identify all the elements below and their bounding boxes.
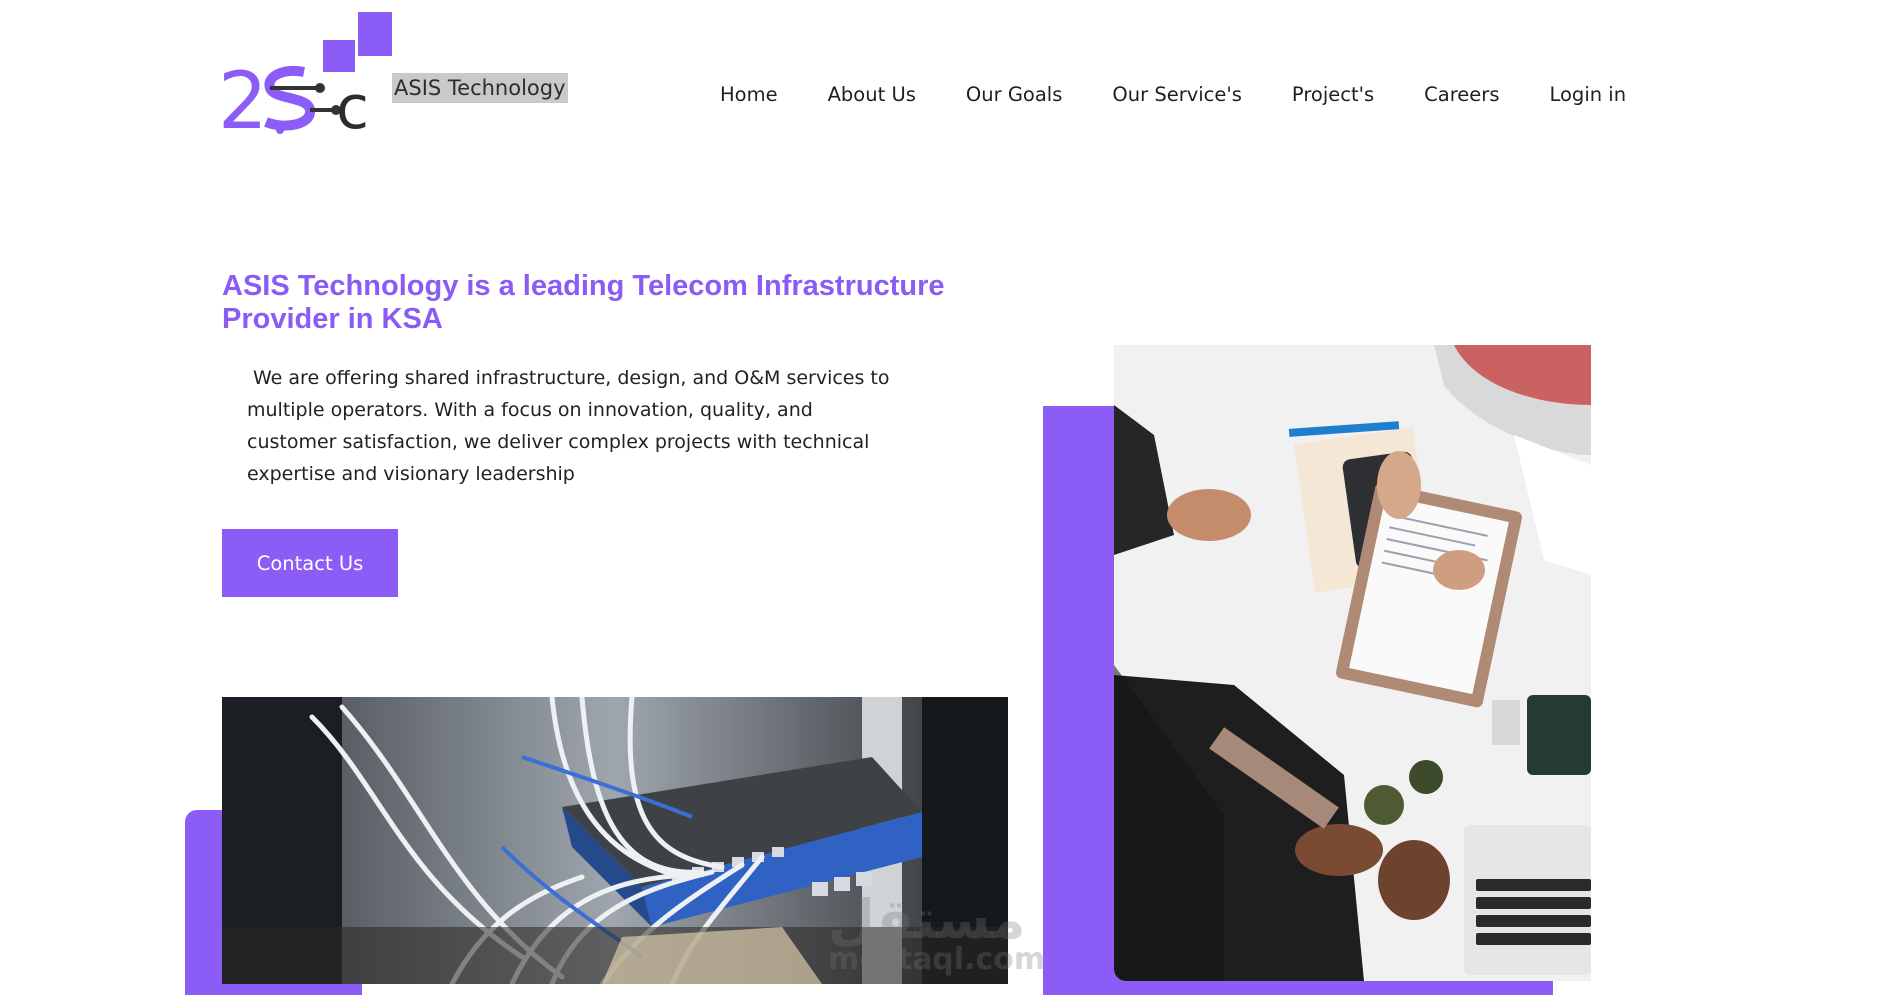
page: 2 c ASIS Technology Home About Us Our Go… (0, 0, 1883, 995)
network-equipment-photo (222, 697, 1008, 984)
nav-our-goals[interactable]: Our Goals (966, 80, 1063, 110)
company-logo[interactable]: 2 c (218, 12, 402, 147)
svg-text:c: c (336, 73, 369, 138)
nav-about-us[interactable]: About Us (828, 80, 916, 110)
hero-description: We are offering shared infrastructure, d… (247, 367, 890, 485)
nav-login[interactable]: Login in (1549, 80, 1626, 110)
nav-home[interactable]: Home (720, 80, 778, 110)
brand-name: ASIS Technology (392, 73, 568, 103)
main-nav: Home About Us Our Goals Our Service's Pr… (720, 80, 1626, 110)
contact-us-button[interactable]: Contact Us (222, 529, 398, 597)
nav-projects[interactable]: Project's (1292, 80, 1374, 110)
hero-title: ASIS Technology is a leading Telecom Inf… (222, 270, 945, 335)
meeting-photo (1114, 345, 1591, 981)
svg-text:2: 2 (222, 57, 268, 138)
nav-our-services[interactable]: Our Service's (1112, 80, 1242, 110)
nav-careers[interactable]: Careers (1424, 80, 1499, 110)
